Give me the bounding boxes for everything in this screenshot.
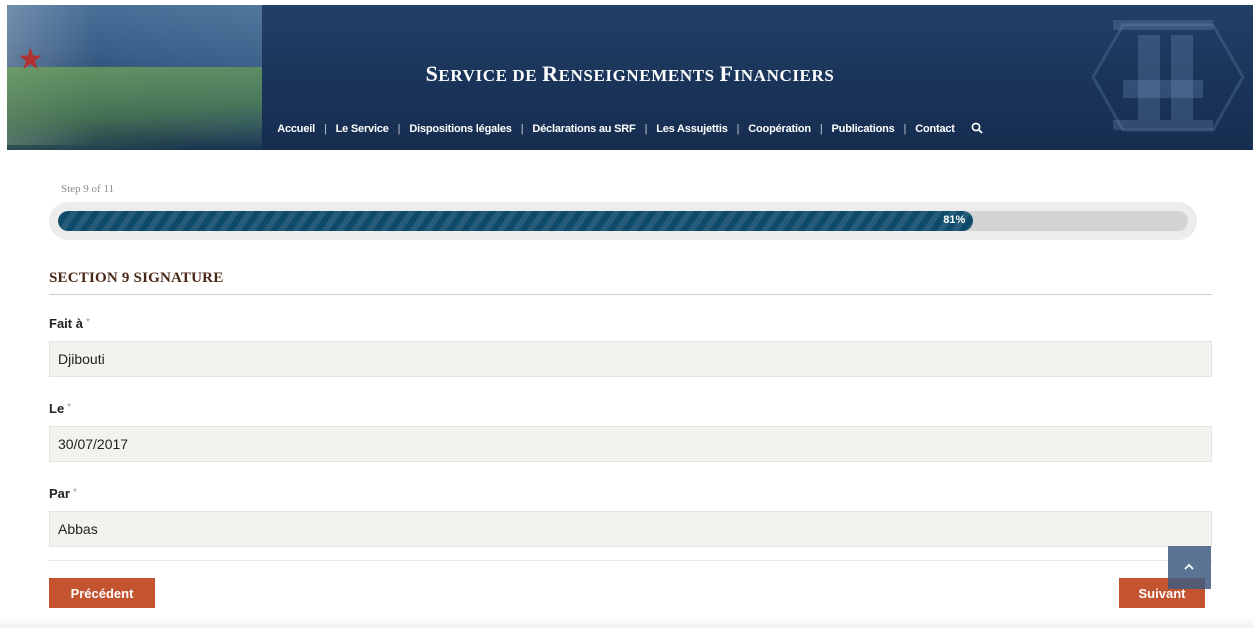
section-divider (49, 294, 1212, 295)
nav-item-publications[interactable]: Publications (832, 123, 895, 135)
nav-separator: | (819, 123, 823, 135)
page-footer-edge (0, 616, 1253, 628)
par-label: Par * (49, 486, 77, 501)
progress-bar-fill: 81% (58, 211, 974, 231)
nav-separator: | (520, 123, 524, 135)
nav-item-contact[interactable]: Contact (915, 123, 955, 135)
progress-bar: 81% (49, 202, 1197, 240)
nav-item-declarations-au-srf[interactable]: Déclarations au SRF (532, 123, 635, 135)
le-date-input[interactable] (49, 426, 1212, 462)
nav-separator: | (736, 123, 740, 135)
main-nav: Accueil | Le Service | Dispositions légales |… (7, 122, 1253, 137)
form-divider (49, 560, 1212, 562)
nav-item-dispositions-legales[interactable]: Dispositions légales (409, 123, 512, 135)
chevron-up-icon (1184, 563, 1194, 570)
nav-item-accueil[interactable]: Accueil (277, 123, 315, 135)
fait-a-input[interactable] (49, 341, 1212, 377)
nav-item-le-service[interactable]: Le Service (336, 123, 389, 135)
required-marker: * (85, 317, 90, 328)
fait-a-label: Fait à * (49, 316, 90, 331)
nav-item-les-assujettis[interactable]: Les Assujettis (656, 123, 728, 135)
progress-bar-track: 81% (58, 211, 1188, 231)
required-marker: * (67, 402, 72, 413)
step-indicator: Step 9 of 11 (61, 183, 115, 195)
nav-separator: | (644, 123, 648, 135)
back-to-top-button[interactable] (1168, 546, 1211, 589)
le-date-label: Le * (49, 401, 72, 416)
progress-percent-label: 81% (943, 214, 966, 226)
site-header: ★ SERVICE DE RENSEIGNEMENTS FINANCIERS A… (7, 5, 1253, 150)
section-title: SECTION 9 SIGNATURE (49, 270, 224, 286)
site-title: SERVICE DE RENSEIGNEMENTS FINANCIERS (425, 61, 835, 86)
par-input[interactable] (49, 511, 1212, 547)
previous-button[interactable]: Précédent (49, 578, 155, 608)
nav-separator: | (397, 123, 401, 135)
nav-separator: | (903, 123, 907, 135)
search-icon[interactable] (971, 122, 983, 137)
required-marker: * (72, 487, 77, 498)
nav-item-cooperation[interactable]: Coopération (748, 123, 811, 135)
nav-separator: | (323, 123, 327, 135)
